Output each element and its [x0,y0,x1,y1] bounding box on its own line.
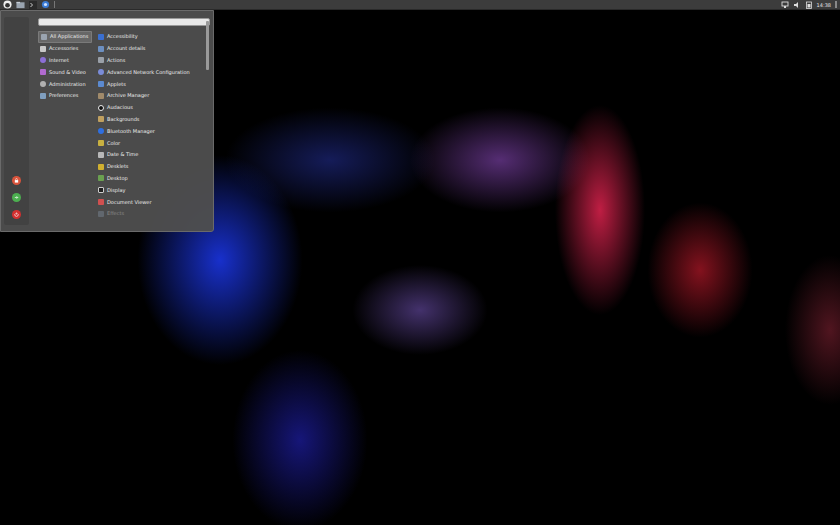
volume-icon[interactable] [793,1,801,9]
app-item[interactable]: Accessibility [96,31,202,43]
desktop: All ApplicationsAccessoriesInternetSound… [0,10,840,525]
logout-button[interactable] [12,193,21,202]
app-icon [98,175,104,181]
application-menu: All ApplicationsAccessoriesInternetSound… [0,10,214,232]
app-icon [98,81,104,87]
app-item[interactable]: Desktop [96,173,202,185]
menu-logo-icon[interactable] [3,0,12,9]
terminal-icon[interactable] [29,1,37,9]
app-item[interactable]: Desklets [96,161,202,173]
show-desktop-button[interactable] [835,1,837,8]
app-item[interactable]: Advanced Network Configuration [96,66,202,78]
lock-button[interactable] [12,176,21,185]
app-icon [98,199,104,205]
app-icon [98,187,104,193]
favorites-column [4,17,29,225]
app-icon [98,211,104,217]
panel-separator [54,1,55,8]
shutdown-button[interactable] [12,210,21,219]
app-item[interactable]: Date & Time [96,149,202,161]
app-item[interactable]: Color [96,137,202,149]
category-icon [40,93,46,99]
category-icon [40,81,46,87]
app-item[interactable]: Account details [96,43,202,55]
network-icon[interactable] [781,1,789,9]
app-icon [98,140,104,146]
category-icon [41,34,47,40]
app-icon [98,69,104,75]
clock[interactable]: 14:38 [817,1,831,9]
logout-icon [14,195,19,200]
app-icon [98,93,104,99]
lock-icon [14,178,19,183]
app-item[interactable]: Backgrounds [96,114,202,126]
app-item[interactable]: Bluetooth Manager [96,125,202,137]
app-item[interactable]: Audacious [96,102,202,114]
app-icon [98,164,104,170]
app-list: AccessibilityAccount detailsActionsAdvan… [96,31,202,225]
category-item[interactable]: All Applications [38,31,92,43]
category-item[interactable]: Internet [38,55,92,67]
top-panel: 14:38 [0,0,840,10]
app-item[interactable]: Archive Manager [96,90,202,102]
search-field[interactable] [38,18,210,26]
app-icon [98,34,104,40]
category-list: All ApplicationsAccessoriesInternetSound… [38,31,92,225]
app-icon [98,57,104,63]
app-icon [98,128,104,134]
category-icon [40,57,46,63]
battery-icon[interactable] [805,1,813,9]
category-icon [40,46,46,52]
app-item[interactable]: Document Viewer [96,196,202,208]
app-icon [98,152,104,158]
category-item[interactable]: Preferences [38,90,92,102]
app-item[interactable]: Display [96,184,202,196]
folder-icon[interactable] [16,1,25,9]
app-icon [98,105,104,111]
app-item[interactable]: Effects [96,208,202,220]
power-icon [14,212,19,217]
app-icon [98,46,104,52]
app-item[interactable]: Applets [96,78,202,90]
category-item[interactable]: Sound & Video [38,66,92,78]
scrollbar-thumb[interactable] [206,21,209,70]
scrollbar[interactable] [206,21,209,225]
screen: 14:38 All ApplicationsAccessoriesInternet… [0,0,840,525]
app-icon [98,116,104,122]
category-icon [40,69,46,75]
category-item[interactable]: Administration [38,78,92,90]
app-item[interactable]: Actions [96,55,202,67]
category-item[interactable]: Accessories [38,43,92,55]
network-manager-icon[interactable] [41,0,50,9]
